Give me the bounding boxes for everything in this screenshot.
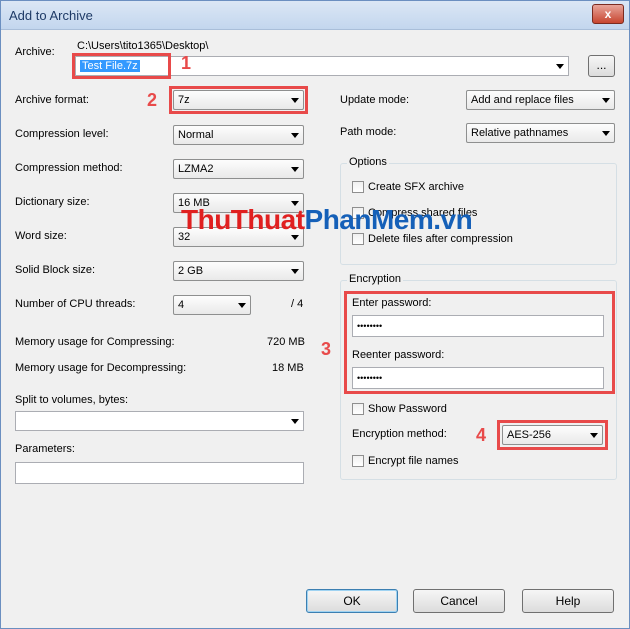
annotation-number-2: 2 [147, 90, 158, 110]
word-size-label: Word size: [15, 230, 67, 242]
split-volumes-combo[interactable] [15, 411, 304, 431]
encryption-method-label: Encryption method: [352, 428, 447, 440]
cancel-button[interactable]: Cancel [413, 589, 505, 613]
highlight-box-2 [169, 86, 308, 114]
add-to-archive-dialog: Add to Archive x Archive: C:\Users\tito1… [0, 0, 630, 629]
ok-button[interactable]: OK [306, 589, 398, 613]
memory-decompress-label: Memory usage for Decompressing: [15, 362, 187, 374]
cpu-threads-total: / 4 [291, 298, 304, 310]
annotation-number-1: 1 [181, 53, 192, 73]
highlight-box-3 [344, 291, 615, 394]
options-title: Options [347, 156, 389, 168]
compression-method-value: LZMA2 [178, 163, 214, 175]
parameters-input[interactable] [15, 462, 304, 484]
update-mode-label: Update mode: [340, 94, 410, 106]
cpu-threads-select[interactable]: 4 [173, 295, 251, 315]
parameters-label: Parameters: [15, 443, 75, 455]
archive-label: Archive: [15, 46, 55, 58]
compression-method-label: Compression method: [15, 162, 123, 174]
watermark-part2: PhanMem [304, 204, 434, 235]
compression-method-select[interactable]: LZMA2 [173, 159, 304, 179]
chevron-down-icon [291, 167, 299, 172]
window-title: Add to Archive [9, 8, 93, 23]
cpu-threads-value: 4 [178, 299, 185, 311]
update-mode-value: Add and replace files [471, 94, 574, 106]
create-sfx-checkbox[interactable] [352, 181, 364, 193]
watermark-logo: ThuThuatPhanMem.vn [181, 204, 473, 236]
watermark-part3: .vn [433, 204, 473, 235]
path-mode-select[interactable]: Relative pathnames [466, 123, 615, 143]
encrypt-names-checkbox[interactable] [352, 455, 364, 467]
chevron-down-icon [291, 133, 299, 138]
highlight-box-4 [497, 420, 608, 450]
chevron-down-icon [602, 131, 610, 136]
solid-block-size-value: 2 GB [178, 265, 204, 277]
compression-level-label: Compression level: [15, 128, 109, 140]
create-sfx-label: Create SFX archive [368, 181, 464, 193]
memory-decompress-value: 18 MB [272, 362, 304, 374]
dictionary-size-label: Dictionary size: [15, 196, 90, 208]
archive-path: C:\Users\tito1365\Desktop\ [77, 40, 209, 52]
close-button[interactable]: x [592, 4, 624, 24]
chevron-down-icon [291, 269, 299, 274]
archive-format-label: Archive format: [15, 94, 89, 106]
title-bar: Add to Archive x [1, 1, 629, 30]
show-password-label: Show Password [368, 403, 447, 415]
cpu-threads-label: Number of CPU threads: [15, 298, 136, 310]
path-mode-label: Path mode: [340, 126, 397, 138]
memory-compress-label: Memory usage for Compressing: [15, 336, 175, 348]
solid-block-size-label: Solid Block size: [15, 264, 96, 276]
help-button[interactable]: Help [522, 589, 614, 613]
chevron-down-icon [556, 64, 564, 69]
encryption-title: Encryption [347, 273, 403, 285]
chevron-down-icon [238, 303, 246, 308]
split-volumes-label: Split to volumes, bytes: [15, 394, 129, 406]
chevron-down-icon [602, 98, 610, 103]
annotation-number-3: 3 [321, 339, 332, 359]
browse-button[interactable]: ... [588, 55, 615, 77]
memory-compress-value: 720 MB [267, 336, 305, 348]
show-password-checkbox[interactable] [352, 403, 364, 415]
update-mode-select[interactable]: Add and replace files [466, 90, 615, 110]
encrypt-names-label: Encrypt file names [368, 455, 459, 467]
highlight-box-1 [72, 53, 171, 79]
compression-level-value: Normal [178, 129, 214, 141]
solid-block-size-select[interactable]: 2 GB [173, 261, 304, 281]
compression-level-select[interactable]: Normal [173, 125, 304, 145]
watermark-part1: ThuThuat [181, 204, 305, 235]
chevron-down-icon [291, 419, 299, 424]
annotation-number-4: 4 [476, 425, 487, 445]
path-mode-value: Relative pathnames [471, 127, 569, 139]
